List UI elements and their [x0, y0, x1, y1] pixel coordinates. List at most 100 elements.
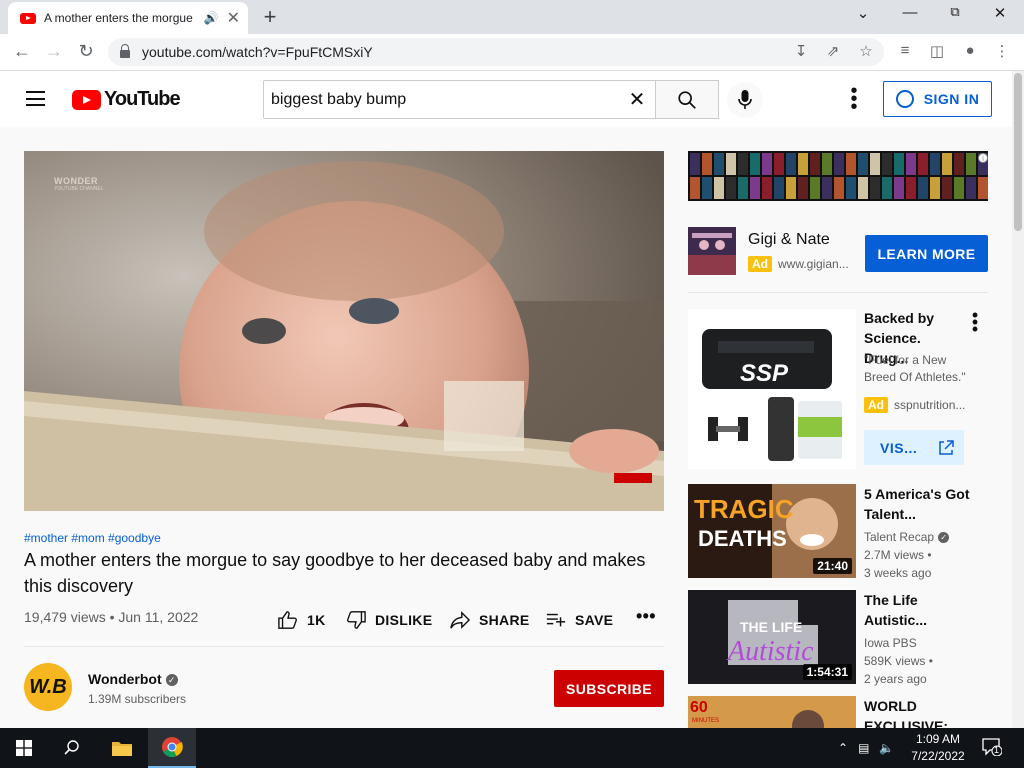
lock-icon[interactable] — [120, 44, 130, 58]
poster-tile — [822, 177, 832, 199]
ad-info-icon[interactable]: i — [978, 153, 988, 163]
verified-check-icon: ✓ — [165, 674, 178, 687]
close-window-button[interactable]: ✕ — [988, 4, 1012, 22]
view-count-date: 19,479 views • Jun 11, 2022 — [24, 609, 199, 625]
like-button[interactable]: 1K — [277, 610, 326, 630]
poster-tile — [918, 177, 928, 199]
poster-tile — [942, 177, 952, 199]
chrome-taskbar-button[interactable] — [148, 728, 196, 768]
minimize-button[interactable]: — — [898, 4, 922, 21]
ad-thumbnail[interactable] — [688, 227, 736, 275]
like-count: 1K — [307, 612, 326, 628]
address-bar[interactable]: youtube.com/watch?v=FpuFtCMSxiY — [108, 38, 884, 66]
video-hashtags[interactable]: #mother #mom #goodbye — [24, 531, 161, 545]
more-actions-icon[interactable]: ••• — [636, 606, 656, 627]
video-views: 2.7M views • — [864, 548, 932, 562]
tab-search-icon[interactable]: ⌄ — [851, 4, 875, 22]
youtube-wordmark: YouTube — [104, 88, 181, 110]
speaker-icon[interactable]: 🔊 — [204, 11, 219, 25]
sign-in-button[interactable]: SIGN IN — [883, 81, 992, 117]
clear-search-icon[interactable]: ✕ — [619, 87, 655, 112]
video-channel[interactable]: Talent Recap ✓ — [864, 528, 950, 546]
recommended-video[interactable]: 60 MINUTES WORLD EXCLUSIVE: — [688, 696, 988, 728]
microphone-icon — [738, 90, 752, 109]
install-app-icon[interactable]: ↧ — [791, 42, 811, 60]
volume-icon[interactable]: 🔈 — [879, 741, 894, 755]
new-tab-button[interactable]: + — [258, 4, 282, 30]
close-tab-icon[interactable]: ✕ — [227, 8, 240, 28]
video-title[interactable]: 5 America's Got Talent... — [864, 484, 974, 524]
video-channel[interactable]: Iowa PBS — [864, 634, 917, 652]
poster-tile — [882, 177, 892, 199]
thumb-text: TRAGIC — [694, 494, 794, 524]
taskbar-clock[interactable]: 1:09 AM 7/22/2022 — [905, 731, 971, 765]
windows-taskbar: ⌃ ▤ 🔈 1:09 AM 7/22/2022 1 — [0, 728, 1024, 768]
visit-site-button[interactable]: VIS... — [864, 430, 964, 465]
poster-tile — [762, 153, 772, 175]
ad-product-image[interactable]: SSP — [688, 309, 856, 469]
ad-badge: Ad — [864, 397, 888, 413]
bookmark-star-icon[interactable]: ☆ — [856, 42, 876, 60]
recommended-video[interactable]: THE LIFE Autistic 1:54:31 The Life Autis… — [688, 590, 988, 686]
channel-name[interactable]: Wonderbot ✓ — [88, 671, 178, 687]
reload-button[interactable]: ↻ — [74, 41, 98, 62]
restore-button[interactable]: ⧉ — [943, 4, 967, 20]
thumb-text: THE LIFE — [740, 619, 802, 635]
chrome-menu-icon[interactable]: ⋮ — [992, 42, 1012, 60]
visit-label: VIS... — [880, 439, 918, 456]
start-button[interactable] — [0, 728, 48, 768]
browser-tab[interactable]: A mother enters the morgue 🔊 ✕ — [8, 2, 248, 34]
poster-tile — [870, 153, 880, 175]
scrollbar-thumb[interactable] — [1014, 73, 1022, 231]
ad-badge: Ad — [748, 256, 772, 272]
video-age: 2 years ago — [864, 672, 927, 686]
voice-search-button[interactable] — [727, 82, 763, 118]
ad-more-icon[interactable]: • • • — [970, 306, 980, 338]
subscribe-button[interactable]: SUBSCRIBE — [554, 670, 664, 707]
dislike-button[interactable]: DISLIKE — [345, 610, 432, 630]
youtube-logo[interactable]: YouTube — [72, 88, 181, 111]
recommended-video[interactable]: TRAGIC DEATHS 21:40 5 America's Got Tale… — [688, 484, 988, 580]
save-button[interactable]: SAVE — [545, 610, 613, 630]
subscriber-count: 1.39M subscribers — [88, 692, 187, 706]
hamburger-menu-icon[interactable] — [26, 91, 45, 106]
taskbar-search-button[interactable] — [48, 728, 96, 768]
channel-avatar[interactable]: W.B — [24, 663, 72, 711]
share-button[interactable]: SHARE — [449, 610, 530, 630]
share-label: SHARE — [479, 612, 530, 628]
learn-more-button[interactable]: LEARN MORE — [865, 235, 988, 272]
network-icon[interactable]: ▤ — [858, 741, 869, 755]
search-box[interactable]: ✕ — [263, 80, 656, 119]
search-button[interactable] — [655, 80, 719, 119]
chevron-up-icon[interactable]: ⌃ — [838, 741, 848, 755]
video-thumbnail[interactable]: 60 MINUTES — [688, 696, 856, 728]
ad-url-text: www.gigian... — [778, 257, 849, 271]
forward-button[interactable]: → — [42, 41, 66, 62]
file-explorer-button[interactable] — [98, 728, 146, 768]
back-button[interactable]: ← — [10, 41, 34, 62]
video-title[interactable]: The Life Autistic... — [864, 590, 974, 630]
channel-name-text[interactable]: Wonderbot — [88, 671, 162, 687]
video-title[interactable]: WORLD EXCLUSIVE: — [864, 696, 974, 728]
search-input[interactable] — [271, 90, 619, 109]
video-player[interactable]: WONDER YOUTUBE CHANNEL — [24, 151, 664, 511]
youtube-play-icon — [72, 89, 101, 110]
media-control-icon[interactable]: ≡ — [895, 42, 915, 59]
channel-text[interactable]: Talent Recap — [864, 530, 934, 544]
share-page-icon[interactable]: ⇗ — [823, 42, 843, 60]
settings-more-icon[interactable]: • • • — [846, 81, 862, 117]
ad-banner-movie-posters[interactable] — [688, 151, 988, 201]
page-scrollbar[interactable] — [1012, 71, 1024, 728]
video-thumbnail[interactable]: TRAGIC DEATHS 21:40 — [688, 484, 856, 578]
ad-advertiser-name[interactable]: Gigi & Nate — [748, 231, 830, 249]
thumbs-up-icon — [278, 611, 297, 629]
profile-icon[interactable]: ● — [960, 42, 980, 59]
side-panel-icon[interactable]: ◫ — [927, 42, 947, 60]
poster-tile — [810, 177, 820, 199]
notification-center-button[interactable]: 1 — [982, 738, 1003, 757]
url-text[interactable]: youtube.com/watch?v=FpuFtCMSxiY — [142, 44, 373, 60]
poster-tile — [702, 153, 712, 175]
thumbs-down-icon — [347, 611, 366, 629]
video-thumbnail[interactable]: THE LIFE Autistic 1:54:31 — [688, 590, 856, 684]
poster-tile — [894, 177, 904, 199]
